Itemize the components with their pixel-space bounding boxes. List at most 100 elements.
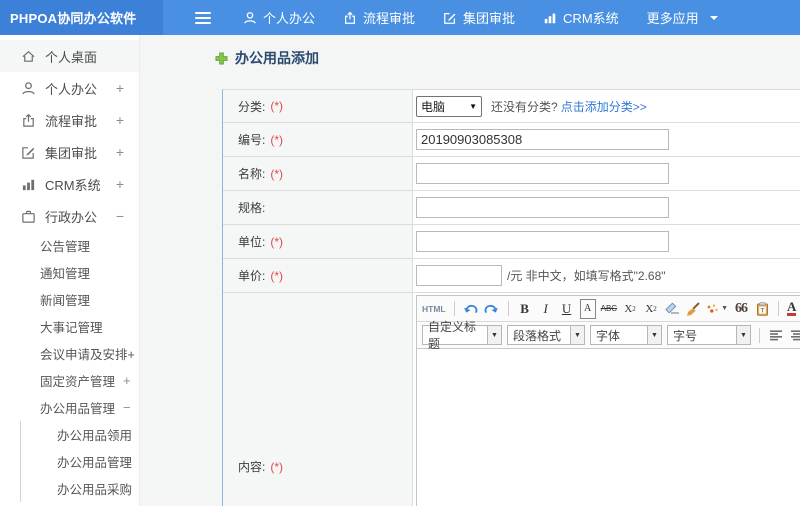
rich-text-editor: HTML B I U A ABC X2 X 2 ▼ 66 T A 自定义标题 ▼… <box>416 295 800 506</box>
sidebar-item-supplies-manage[interactable]: 办公用品管理 <box>21 448 139 475</box>
code-input[interactable] <box>416 129 669 150</box>
nav-item-label: 流程审批 <box>363 11 416 26</box>
top-navbar: PHPOA协同办公软件 个人办公 流程审批 集团审批 CRM系统 更多应用 <box>0 0 800 35</box>
collapse-toggle[interactable]: − <box>116 208 124 224</box>
nav-item-more-apps[interactable]: 更多应用 <box>647 8 718 27</box>
format-painter-button[interactable] <box>685 299 701 319</box>
briefcase-icon <box>22 210 35 223</box>
sidebar-subitem-meeting-mgmt[interactable]: 会议申请及安排+ <box>0 340 139 367</box>
select-caret-icon: ▼ <box>469 101 477 111</box>
sidebar-item-admin-office[interactable]: 行政办公 − <box>0 200 139 232</box>
underline-button[interactable]: U <box>559 299 575 319</box>
editor-content[interactable] <box>417 349 800 506</box>
paragraph-format-select[interactable]: 段落格式 ▼ <box>507 325 585 345</box>
nav-item-process-approval[interactable]: 流程审批 <box>343 8 415 27</box>
collapse-toggle[interactable]: − <box>123 400 131 415</box>
expand-toggle[interactable]: + <box>116 112 124 128</box>
custom-title-select[interactable]: 自定义标题 ▼ <box>422 320 502 351</box>
user-icon <box>22 81 35 94</box>
align-center-button[interactable] <box>789 325 800 345</box>
caret-down-icon: ▼ <box>721 305 728 312</box>
hamburger-menu-icon[interactable] <box>195 11 211 24</box>
paste-text-button[interactable]: T <box>754 299 770 319</box>
sidebar-subitem-label: 公告管理 <box>40 240 91 254</box>
font-family-select[interactable]: 字体 ▼ <box>590 325 662 345</box>
sidebar-item-label: 集团审批 <box>45 145 98 161</box>
main-content: 办公用品添加 分类: (*) 电脑 ▼ 还没有分类? 点击添加分类>> 编号: … <box>140 35 800 506</box>
required-marker: (*) <box>270 166 284 181</box>
form-row-content: 内容: (*) HTML B I U A ABC X 2 X 2 ▼ 66 T … <box>223 293 800 506</box>
spec-input[interactable] <box>416 197 669 218</box>
sidebar-item-supplies-claim[interactable]: 办公用品领用 <box>21 421 139 448</box>
page-title-text: 办公用品添加 <box>235 50 319 66</box>
nav-item-crm-system[interactable]: CRM系统 <box>543 8 619 27</box>
nav-item-group-approval[interactable]: 集团审批 <box>443 8 515 27</box>
align-left-button[interactable] <box>768 325 784 345</box>
sidebar-item-personal-desktop[interactable]: 个人桌面 <box>0 40 139 72</box>
sidebar-item-label: 个人办公 <box>45 81 98 97</box>
auto-typeset-button[interactable]: ▼ <box>706 299 728 319</box>
expand-toggle[interactable]: + <box>116 80 124 96</box>
sidebar-item-supplies-purchase[interactable]: 办公用品采购 <box>21 475 139 502</box>
expand-toggle[interactable]: + <box>123 373 131 388</box>
required-marker: (*) <box>270 459 284 474</box>
required-marker: (*) <box>270 268 284 283</box>
sidebar-subitem-news-mgmt[interactable]: 新闻管理 <box>0 286 139 313</box>
sidebar-subitem-office-supplies-mgmt[interactable]: 办公用品管理 − <box>0 394 139 421</box>
nav-item-label: CRM系统 <box>563 11 619 26</box>
price-input[interactable] <box>416 265 502 286</box>
toolbar-separator <box>759 327 760 343</box>
sidebar-item-crm-system[interactable]: CRM系统 + <box>0 168 139 200</box>
sidebar-item-group-approval[interactable]: 集团审批 + <box>0 136 139 168</box>
sidebar-item-label: 办公用品采购 <box>57 483 133 497</box>
sidebar-item-process-approval[interactable]: 流程审批 + <box>0 104 139 136</box>
bold-button[interactable]: B <box>517 299 533 319</box>
align-center-icon <box>790 329 800 340</box>
add-supplies-form: 分类: (*) 电脑 ▼ 还没有分类? 点击添加分类>> 编号: (*) 201… <box>222 89 800 506</box>
font-color-button[interactable]: A ▼ <box>787 299 800 319</box>
name-label: 名称: <box>238 167 266 181</box>
sidebar-third-level-group: 办公用品领用 办公用品管理 办公用品采购 <box>20 421 139 502</box>
share-icon <box>23 113 34 127</box>
char-border-button[interactable]: A <box>579 298 596 319</box>
superscript-button[interactable]: X2 <box>622 299 638 319</box>
chart-icon <box>544 13 556 23</box>
form-row-price: 单价: (*) /元 非中文，如填写格式"2.68" <box>223 259 800 293</box>
redo-button[interactable] <box>484 299 500 319</box>
add-category-link[interactable]: 点击添加分类>> <box>561 98 647 115</box>
html-source-button[interactable]: HTML <box>422 299 446 319</box>
sidebar-item-label: 办公用品领用 <box>57 429 133 443</box>
expand-toggle[interactable]: + <box>116 144 124 160</box>
category-select[interactable]: 电脑 ▼ <box>416 95 482 117</box>
category-select-value: 电脑 <box>421 99 446 114</box>
blockquote-button[interactable]: 66 <box>733 299 749 319</box>
unit-input[interactable] <box>416 231 669 252</box>
sidebar-subitem-fixed-assets-mgmt[interactable]: 固定资产管理 + <box>0 367 139 394</box>
chart-icon <box>22 179 35 190</box>
sidebar-subitem-events-mgmt[interactable]: 大事记管理 <box>0 313 139 340</box>
editor-toolbar-row2: 自定义标题 ▼ 段落格式 ▼ 字体 ▼ 字号 ▼ <box>417 320 800 351</box>
name-input[interactable] <box>416 163 669 184</box>
strikethrough-button[interactable]: ABC <box>601 299 617 319</box>
undo-button[interactable] <box>463 299 479 319</box>
top-nav-list: 个人办公 流程审批 集团审批 CRM系统 更多应用 <box>163 0 718 35</box>
add-plus-icon <box>215 51 228 65</box>
unit-label: 单位: <box>238 235 266 249</box>
subscript-button[interactable]: X2 <box>643 299 659 319</box>
font-size-select[interactable]: 字号 ▼ <box>667 325 751 345</box>
edit-icon <box>22 146 35 159</box>
price-label: 单价: <box>238 269 266 283</box>
page-title: 办公用品添加 <box>215 48 800 68</box>
nav-item-personal-office[interactable]: 个人办公 <box>243 8 315 27</box>
svg-text:T: T <box>760 307 764 314</box>
nav-item-label: 集团审批 <box>463 11 516 26</box>
align-left-icon <box>769 329 782 340</box>
sidebar-subitem-announcement-mgmt[interactable]: 公告管理 <box>0 232 139 259</box>
sidebar-subitem-label: 通知管理 <box>40 267 91 281</box>
expand-toggle[interactable]: + <box>116 176 124 192</box>
sidebar-item-label: 个人桌面 <box>45 49 98 65</box>
italic-button[interactable]: I <box>538 299 554 319</box>
sidebar-item-personal-office[interactable]: 个人办公 + <box>0 72 139 104</box>
sidebar-subitem-notice-mgmt[interactable]: 通知管理 <box>0 259 139 286</box>
remove-format-button[interactable] <box>664 299 680 319</box>
